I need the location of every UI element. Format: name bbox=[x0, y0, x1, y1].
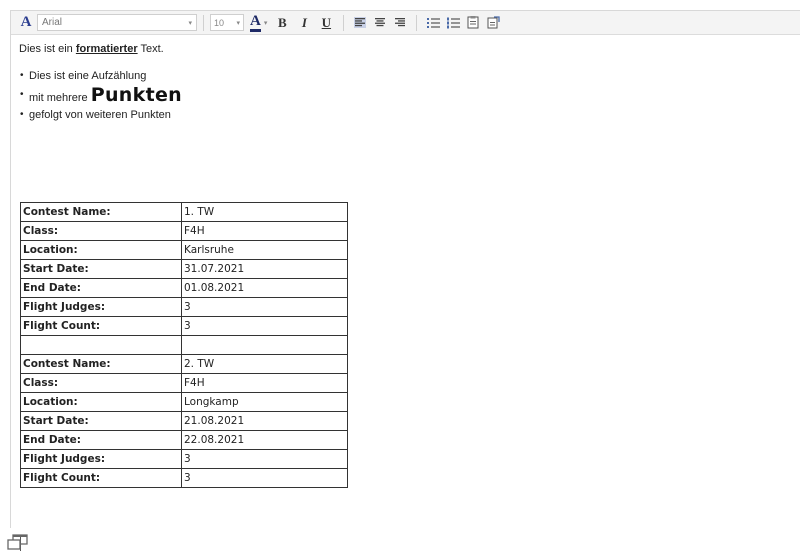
table-value-cell: F4H bbox=[181, 221, 348, 241]
bold-button[interactable]: B bbox=[273, 14, 291, 32]
intro-text-end: Text. bbox=[137, 43, 164, 55]
table-key-cell: Flight Count: bbox=[20, 468, 182, 488]
bulleted-list-icon[interactable] bbox=[424, 14, 442, 32]
chevron-down-icon[interactable]: ▾ bbox=[264, 19, 268, 27]
list-item: gefolgt von weiteren Punkten bbox=[19, 108, 800, 122]
table-key-cell: Contest Name: bbox=[20, 202, 182, 222]
editor-content-area[interactable]: Dies ist ein formatierter Text. Dies ist… bbox=[11, 35, 800, 551]
table-key-cell: Start Date: bbox=[20, 411, 182, 431]
intro-text: Dies ist ein bbox=[19, 43, 76, 55]
table-value-cell: 22.08.2021 bbox=[181, 430, 348, 450]
chevron-down-icon: ▾ bbox=[188, 19, 192, 27]
table-value-cell: 31.07.2021 bbox=[181, 259, 348, 279]
table-row: End Date: 22.08.2021 bbox=[20, 430, 348, 450]
table-key-cell bbox=[20, 335, 182, 355]
list-item: mit mehrere Punkten bbox=[19, 86, 800, 107]
rich-text-editor: A Arial ▾ 10 ▾ A ▾ B I U Dies ist ein fo… bbox=[10, 10, 800, 551]
align-right-icon[interactable] bbox=[391, 14, 409, 32]
table-value-cell: 1. TW bbox=[181, 202, 348, 222]
editor-toolbar: A Arial ▾ 10 ▾ A ▾ B I U bbox=[11, 11, 800, 35]
table-value-cell: 21.08.2021 bbox=[181, 411, 348, 431]
table-row: End Date: 01.08.2021 bbox=[20, 278, 348, 298]
table-key-cell: Flight Judges: bbox=[20, 297, 182, 317]
large-word: Punkten bbox=[90, 84, 182, 106]
toolbar-divider bbox=[343, 14, 345, 31]
underline-button[interactable]: U bbox=[317, 14, 335, 32]
text-color-button[interactable]: A bbox=[250, 13, 261, 32]
font-size-value: 10 bbox=[214, 17, 225, 28]
table-value-cell: 2. TW bbox=[181, 354, 348, 374]
table-row: Flight Judges: 3 bbox=[20, 297, 348, 317]
numbered-list-icon[interactable] bbox=[444, 14, 462, 32]
table-key-cell: End Date: bbox=[20, 278, 182, 298]
table-key-cell: Location: bbox=[20, 240, 182, 260]
table-row: Class: F4H bbox=[20, 373, 348, 393]
table-key-cell: Class: bbox=[20, 221, 182, 241]
toolbar-divider bbox=[203, 14, 204, 31]
table-value-cell: Karlsruhe bbox=[181, 240, 348, 260]
table-value-cell: 3 bbox=[181, 316, 348, 336]
table-value-cell: 01.08.2021 bbox=[181, 278, 348, 298]
font-family-value: Arial bbox=[42, 17, 63, 28]
table-row: Location: Longkamp bbox=[20, 392, 348, 412]
table-row: Contest Name: 1. TW bbox=[20, 202, 348, 222]
table-row: Flight Count: 3 bbox=[20, 316, 348, 336]
table-row: Class: F4H bbox=[20, 221, 348, 241]
table-value-cell: Longkamp bbox=[181, 392, 348, 412]
table-value-cell: F4H bbox=[181, 373, 348, 393]
table-value-cell: 3 bbox=[181, 297, 348, 317]
list-item: Dies ist eine Aufzählung bbox=[19, 69, 800, 83]
table-key-cell: Start Date: bbox=[20, 259, 182, 279]
paste-icon[interactable] bbox=[464, 14, 482, 32]
table-row: Start Date: 21.08.2021 bbox=[20, 411, 348, 431]
font-style-button[interactable]: A bbox=[17, 14, 35, 32]
table-key-cell: Class: bbox=[20, 373, 182, 393]
contest-table: Contest Name: 1. TW Class: F4H Location: Ka… bbox=[20, 202, 348, 488]
table-value-cell: 3 bbox=[181, 449, 348, 469]
formatted-word: formatierter bbox=[75, 43, 138, 55]
chevron-down-icon: ▾ bbox=[236, 19, 240, 27]
table-value-cell bbox=[181, 335, 348, 355]
table-key-cell: Flight Judges: bbox=[20, 449, 182, 469]
table-row-empty bbox=[20, 335, 348, 355]
table-key-cell: Flight Count: bbox=[20, 316, 182, 336]
table-row: Flight Count: 3 bbox=[20, 468, 348, 488]
table-key-cell: Contest Name: bbox=[20, 354, 182, 374]
list-item-text: mit mehrere bbox=[29, 92, 91, 104]
toolbar-divider bbox=[416, 14, 418, 31]
intro-paragraph: Dies ist ein formatierter Text. bbox=[19, 42, 800, 56]
bullet-list: Dies ist eine Aufzählung mit mehrere Pun… bbox=[19, 69, 800, 122]
table-row: Flight Judges: 3 bbox=[20, 449, 348, 469]
table-row: Location: Karlsruhe bbox=[20, 240, 348, 260]
align-left-icon[interactable] bbox=[351, 14, 369, 32]
table-key-cell: End Date: bbox=[20, 430, 182, 450]
table-row: Contest Name: 2. TW bbox=[20, 354, 348, 374]
special-paste-icon[interactable] bbox=[484, 14, 502, 32]
table-value-cell: 3 bbox=[181, 468, 348, 488]
table-row: Start Date: 31.07.2021 bbox=[20, 259, 348, 279]
align-center-icon[interactable] bbox=[371, 14, 389, 32]
font-size-select[interactable]: 10 ▾ bbox=[210, 14, 244, 31]
resize-handle-icon[interactable] bbox=[7, 534, 35, 552]
font-family-select[interactable]: Arial ▾ bbox=[37, 14, 197, 31]
italic-button[interactable]: I bbox=[295, 14, 313, 32]
table-key-cell: Location: bbox=[20, 392, 182, 412]
